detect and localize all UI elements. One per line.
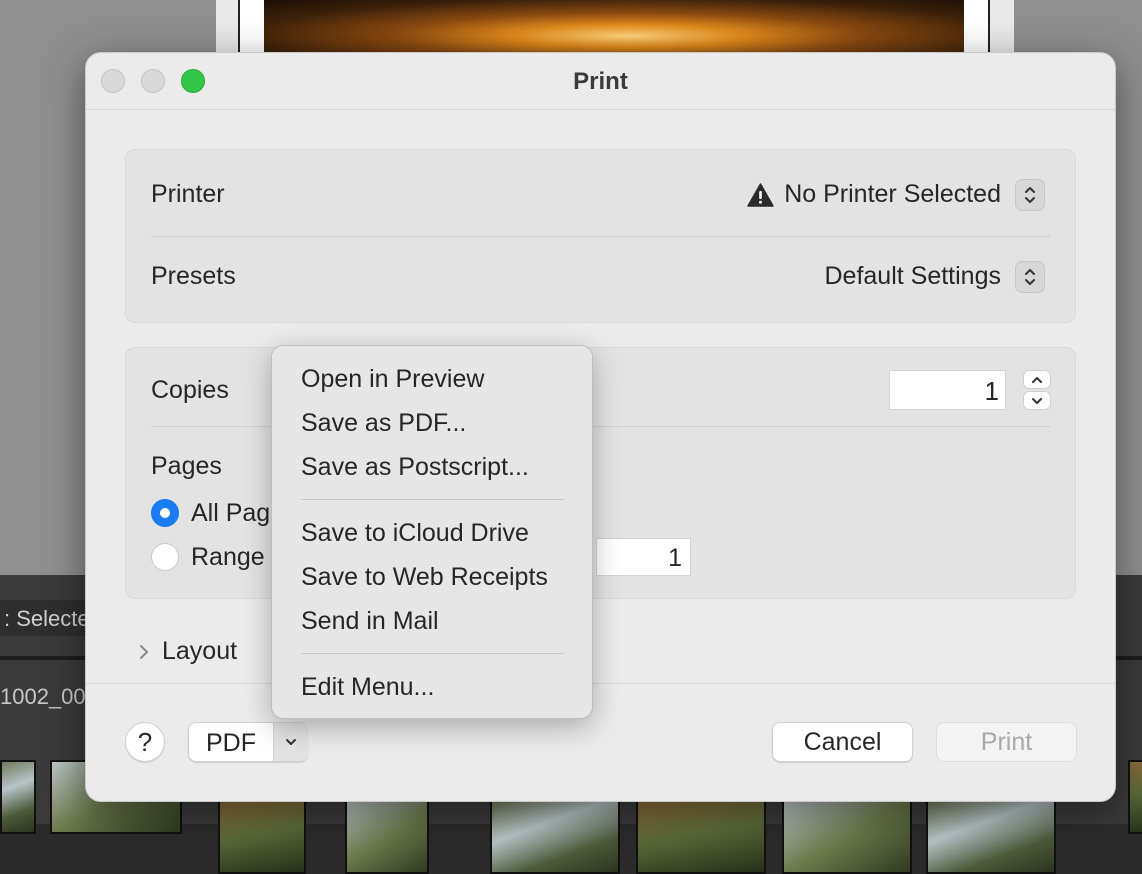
printer-settings-panel: Printer No Printer Selected Presets Defa… (125, 149, 1076, 323)
range-to-input[interactable]: 1 (596, 538, 691, 576)
pdf-dropdown-menu: Open in Preview Save as PDF... Save as P… (271, 345, 593, 719)
row-divider (151, 236, 1050, 237)
menu-separator (301, 653, 564, 654)
chevron-up-icon (1032, 376, 1042, 383)
chevron-down-icon (286, 739, 296, 745)
presets-popup[interactable]: Default Settings (825, 262, 1002, 291)
filmstrip-thumbnail[interactable] (345, 800, 429, 874)
layout-label: Layout (162, 637, 238, 665)
printer-value: No Printer Selected (784, 180, 1001, 208)
warning-triangle-icon (747, 182, 774, 207)
copies-pages-panel: Copies 1 Pages All Pag Range 1 (125, 347, 1076, 599)
copies-increment-button[interactable] (1023, 370, 1051, 389)
all-pages-label[interactable]: All Pag (191, 499, 270, 528)
up-down-chevron-icon (1025, 187, 1035, 203)
presets-label: Presets (151, 262, 236, 290)
all-pages-radio[interactable] (151, 499, 179, 527)
chevron-right-icon (140, 644, 148, 659)
help-button[interactable]: ? (125, 722, 165, 762)
layout-disclosure[interactable]: Layout (138, 637, 237, 666)
pdf-dropdown-toggle[interactable] (274, 723, 308, 761)
pdf-button-label[interactable]: PDF (189, 729, 273, 758)
presets-popup-arrows[interactable] (1015, 261, 1045, 293)
title-bar: Print (86, 53, 1115, 110)
filmstrip-thumbnail[interactable] (218, 800, 306, 874)
printer-label: Printer (151, 180, 225, 208)
menu-item-open-in-preview[interactable]: Open in Preview (301, 365, 484, 394)
pages-label: Pages (151, 452, 222, 480)
footer-divider (86, 683, 1115, 684)
menu-item-save-as-pdf[interactable]: Save as PDF... (301, 409, 466, 438)
filmstrip-thumbnail[interactable] (0, 760, 36, 834)
background-selection-label: : Selecte (4, 606, 90, 631)
menu-item-save-to-web-receipts[interactable]: Save to Web Receipts (301, 563, 548, 592)
cancel-button[interactable]: Cancel (772, 722, 913, 762)
filmstrip-thumbnail[interactable] (490, 800, 620, 874)
up-down-chevron-icon (1025, 269, 1035, 285)
menu-item-edit-menu[interactable]: Edit Menu... (301, 673, 434, 702)
copies-label: Copies (151, 376, 229, 404)
filmstrip-thumbnail[interactable] (1128, 760, 1142, 834)
range-label[interactable]: Range (191, 543, 265, 572)
chevron-down-icon (1032, 397, 1042, 404)
menu-item-save-to-icloud-drive[interactable]: Save to iCloud Drive (301, 519, 529, 548)
copies-input[interactable]: 1 (889, 370, 1006, 410)
printer-popup-arrows[interactable] (1015, 179, 1045, 211)
menu-item-save-as-postscript[interactable]: Save as Postscript... (301, 453, 529, 482)
background-filename: 1002_00 (0, 684, 86, 709)
print-dialog: Print Printer No Printer Selected Preset… (85, 52, 1116, 802)
menu-separator (301, 499, 564, 500)
filmstrip-thumbnail[interactable] (782, 800, 912, 874)
dialog-title: Print (573, 68, 628, 95)
pdf-menu-button[interactable]: PDF (188, 722, 308, 762)
printer-popup[interactable]: No Printer Selected (747, 180, 1001, 209)
presets-value: Default Settings (824, 262, 1002, 290)
filmstrip-thumbnail[interactable] (926, 800, 1056, 874)
print-button[interactable]: Print (936, 722, 1077, 762)
range-radio[interactable] (151, 543, 179, 571)
background-photo (264, 0, 964, 60)
copies-stepper[interactable] (1023, 370, 1051, 410)
menu-item-send-in-mail[interactable]: Send in Mail (301, 607, 439, 636)
copies-decrement-button[interactable] (1023, 391, 1051, 410)
filmstrip-thumbnail[interactable] (636, 800, 766, 874)
